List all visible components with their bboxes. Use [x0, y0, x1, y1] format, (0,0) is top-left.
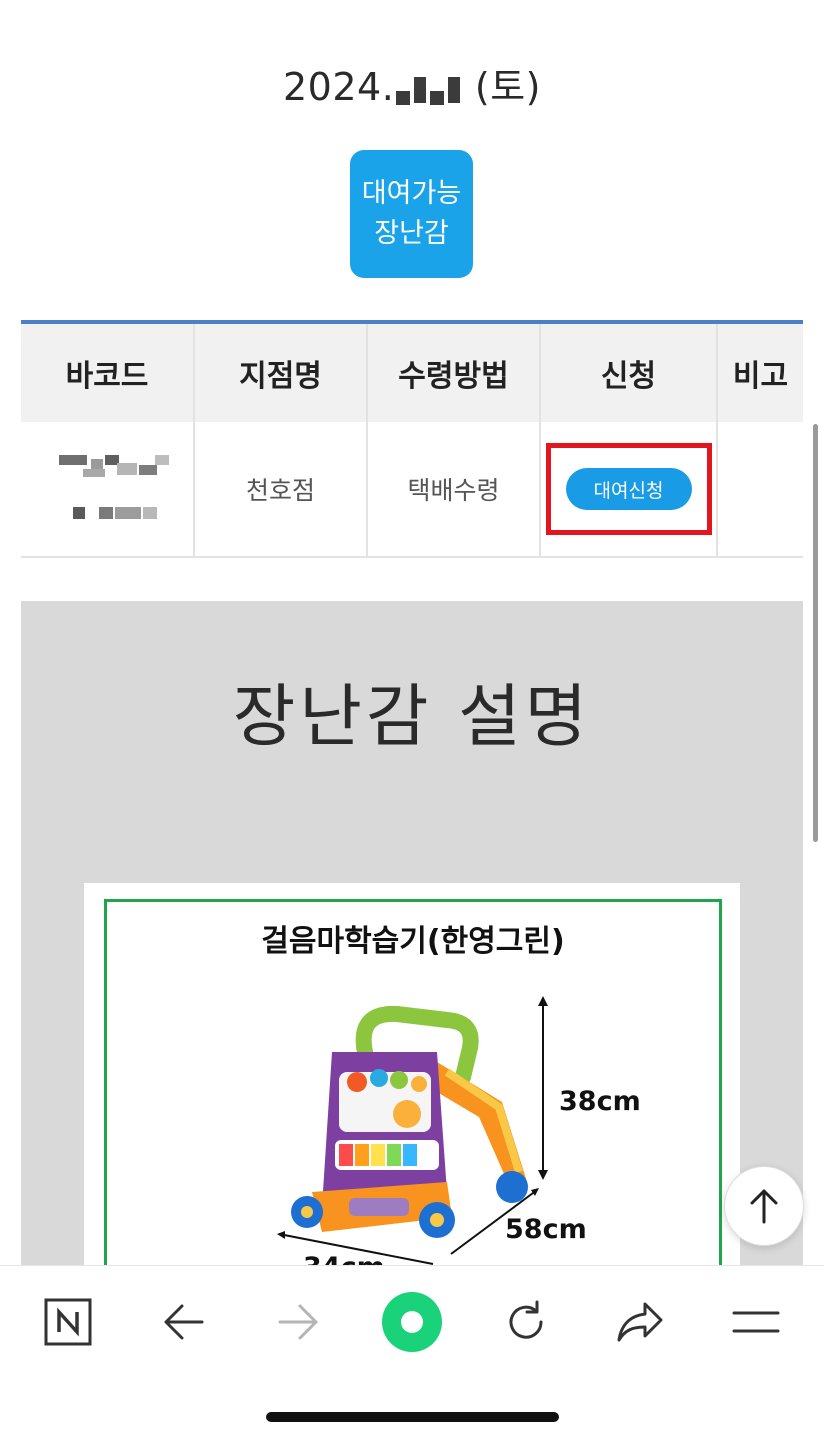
badge-line2: 장난감 [374, 218, 449, 249]
apply-highlight-box: 대여신청 [545, 443, 712, 535]
description-title: 장난감 설명 [232, 678, 592, 757]
header-note: 비고 [732, 359, 789, 394]
naver-home-button[interactable] [38, 1292, 98, 1352]
redacted-block [430, 90, 445, 105]
reload-icon [509, 1300, 543, 1339]
header-barcode: 바코드 [21, 324, 195, 422]
badge-line1: 대여가능 [361, 178, 462, 209]
header-apply: 신청 [541, 324, 718, 422]
green-dot-button[interactable] [380, 1290, 444, 1354]
share-icon [617, 1302, 663, 1342]
back-arrow-icon [164, 1304, 204, 1340]
naver-n-icon [44, 1298, 92, 1346]
available-toy-badge: 대여가능 장난감 [350, 150, 473, 278]
forward-arrow-icon [278, 1304, 318, 1340]
header-branch: 지점명 [195, 324, 368, 422]
table-header-row: 바코드 지점명 수령방법 신청 비고 [21, 324, 803, 422]
table-row: 천호점 택배수령 대여신청 [21, 422, 803, 558]
apply-cell: 대여신청 [541, 422, 718, 556]
reload-button[interactable] [496, 1292, 556, 1352]
product-card-frame: 걸음마학습기(한영그린) 38cm 58cm [104, 899, 722, 1282]
redacted-block [448, 76, 461, 103]
delivery-cell: 택배수령 [368, 422, 541, 556]
redacted-block [396, 90, 411, 105]
toy-description-section: 장난감 설명 걸음마학습기(한영그린) 38cm 58cm [21, 601, 803, 1282]
arrow-up-icon [750, 1189, 778, 1224]
back-button[interactable] [154, 1292, 214, 1352]
blurred-barcode [47, 449, 169, 529]
rental-table: 바코드 지점명 수령방법 신청 비고 천호점 택배수령 대여신청 [21, 320, 803, 558]
page-scrollbar[interactable] [813, 424, 818, 842]
home-indicator[interactable] [266, 1412, 559, 1422]
share-button[interactable] [610, 1292, 670, 1352]
depth-dimension: 58cm [505, 1214, 587, 1245]
scroll-to-top-button[interactable] [724, 1166, 804, 1246]
header-delivery: 수령방법 [368, 324, 541, 422]
redacted-block [414, 76, 427, 103]
height-dimension: 38cm [559, 1086, 641, 1117]
note-cell [718, 422, 803, 556]
forward-button[interactable] [268, 1292, 328, 1352]
product-card: 걸음마학습기(한영그린) 38cm 58cm [84, 883, 740, 1282]
branch-cell: 천호점 [195, 422, 368, 556]
menu-button[interactable] [726, 1292, 786, 1352]
rental-apply-button[interactable]: 대여신청 [565, 468, 692, 510]
menu-icon [732, 1311, 780, 1333]
date-suffix: (토) [474, 65, 541, 109]
date-header: 2024. (토) [0, 56, 824, 111]
date-prefix: 2024. [282, 65, 395, 109]
green-dot-icon [382, 1292, 442, 1352]
barcode-cell [21, 422, 195, 556]
